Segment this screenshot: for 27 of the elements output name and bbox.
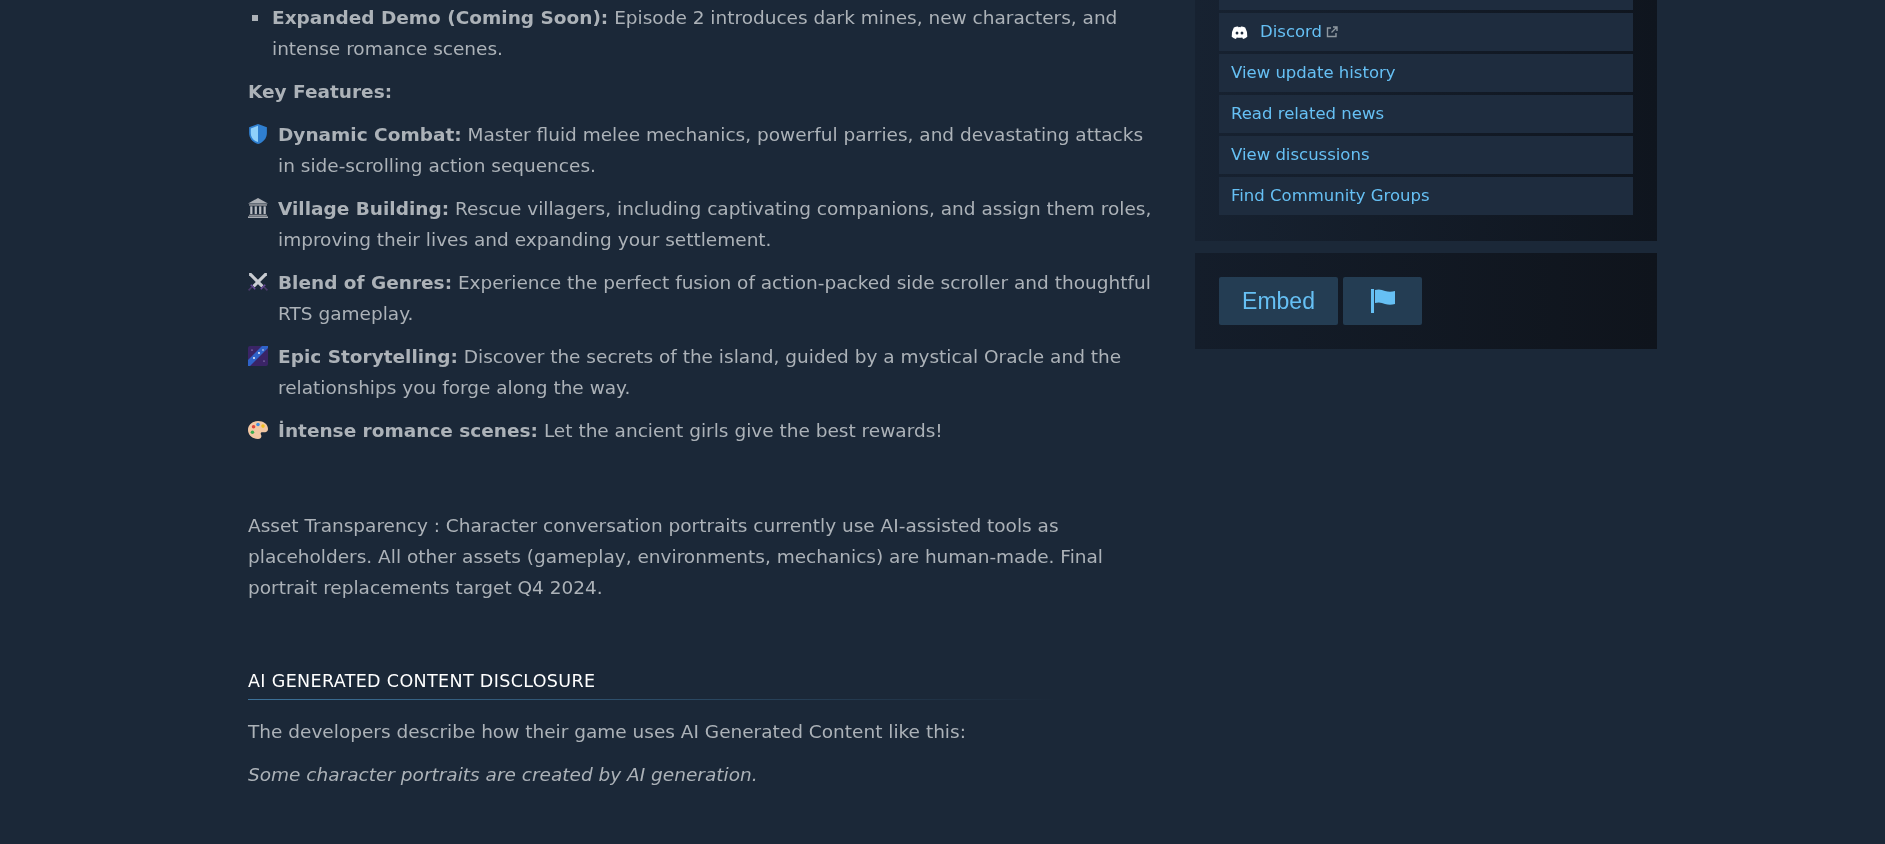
section-heading: AI GENERATED CONTENT DISCLOSURE bbox=[248, 670, 597, 693]
columned-building-icon bbox=[248, 198, 268, 218]
discord-icon bbox=[1231, 25, 1248, 39]
feature-text: Village Building: Rescue villagers, including captivating companions, and assign them roles, improving their lives and expanding your settlement. bbox=[278, 197, 1153, 252]
feature-text: Epic Storytelling: Discover the secrets of the island, guided by a mystical Oracle and the relationships you forge along the way. bbox=[278, 345, 1123, 400]
bullet-icon bbox=[252, 15, 258, 21]
asset-transparency-note: Asset Transparency : Character conversation portraits currently use AI-assisted tools as placeholders. All other assets (gameplay, environments, mechanics) are human-made. Final portrait replacements target Q4 2024. bbox=[248, 514, 1104, 600]
palette-icon bbox=[248, 421, 268, 439]
flag-icon bbox=[1370, 289, 1395, 313]
sidebar-link[interactable]: View update history bbox=[1219, 54, 1633, 92]
feature-text: İntense romance scenes: Let the ancient girls give the best rewards! bbox=[278, 419, 943, 443]
sidebar-link[interactable]: Find Community Groups bbox=[1219, 177, 1633, 215]
external-link-icon bbox=[1326, 26, 1339, 38]
crossed-swords-icon bbox=[248, 272, 268, 292]
feature-text: Dynamic Combat: Master fluid melee mechanics, powerful parries, and devastating attacks in side-scrolling action sequences. bbox=[278, 123, 1145, 178]
disclosure-statement: Some character portraits are created by AI generation. bbox=[248, 763, 759, 787]
sidebar-link[interactable]: Discord bbox=[1219, 13, 1633, 51]
shield-icon bbox=[249, 124, 267, 144]
disclosure-intro: The developers describe how their game uses AI Generated Content like this: bbox=[248, 720, 967, 744]
list-item-text: Expanded Demo (Coming Soon): Episode 2 introduces dark mines, new characters, and intense romance scenes. bbox=[272, 6, 1119, 61]
sidebar-link[interactable]: View discussions bbox=[1219, 136, 1633, 174]
sidebar-link[interactable]: Read related news bbox=[1219, 95, 1633, 133]
embed-button[interactable]: Embed bbox=[1219, 277, 1338, 325]
galaxy-icon bbox=[248, 346, 268, 366]
feature-text: Blend of Genres: Experience the perfect fusion of action-packed side scroller and thoughtful RTS gameplay. bbox=[278, 271, 1152, 326]
features-heading: Key Features: bbox=[248, 81, 393, 102]
flag-button[interactable] bbox=[1343, 277, 1422, 325]
